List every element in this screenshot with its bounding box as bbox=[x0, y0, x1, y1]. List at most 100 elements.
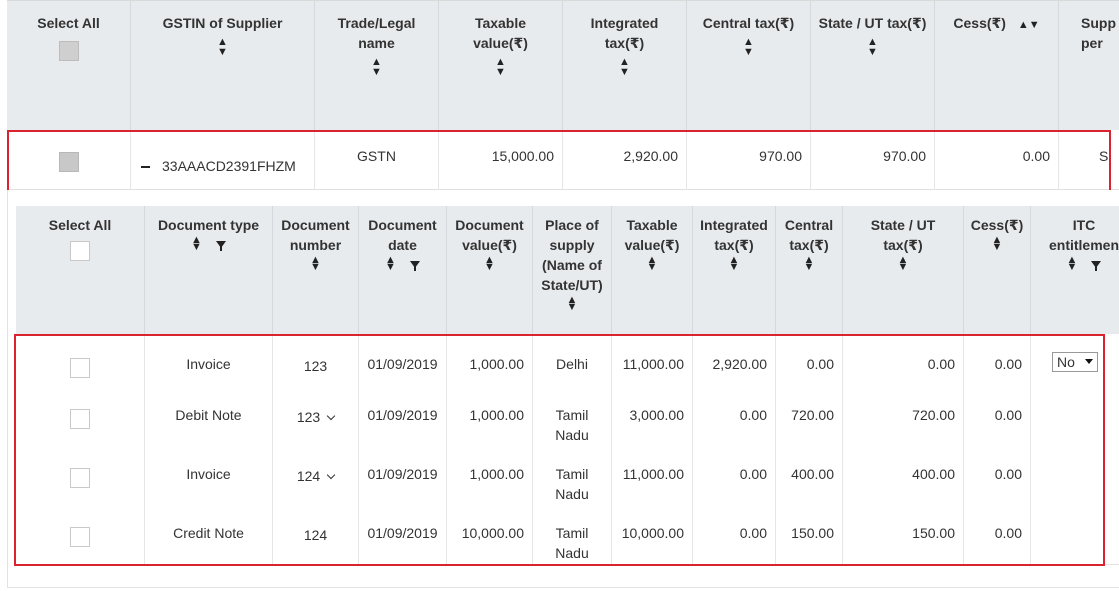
header-label: State / UT tax(₹) bbox=[818, 15, 927, 31]
supplier-period-value: S bbox=[1099, 148, 1109, 164]
header-taxable-value[interactable]: Taxable value(₹) ▲ ▼ bbox=[439, 1, 563, 131]
header-taxable-value[interactable]: Taxable value(₹) ▲ ▼ bbox=[612, 206, 693, 334]
header-label: Taxable value(₹) bbox=[624, 217, 680, 253]
table-row[interactable]: Invoice 123 01/09/2019 1,000.00 Delhi 11,000.… bbox=[16, 336, 1119, 388]
sort-icon[interactable]: ▲▼ bbox=[863, 255, 943, 273]
select-all-checkbox[interactable] bbox=[58, 41, 79, 61]
taxable-value: 15,000.00 bbox=[491, 148, 554, 164]
document-type-value: Invoice bbox=[186, 466, 231, 482]
row-select-cell bbox=[16, 336, 145, 387]
header-integrated-tax[interactable]: Integrated tax(₹) ▲ ▼ bbox=[563, 1, 687, 131]
sort-icon[interactable]: ▲▼ bbox=[539, 295, 605, 313]
header-itc-entitlement[interactable]: ITC entitlemen ▲ ▼ bbox=[1031, 206, 1119, 334]
supplier-period-cell: S bbox=[1059, 130, 1119, 190]
place-of-supply-value: Delhi bbox=[556, 356, 588, 372]
taxable-value-cell: 3,000.00 bbox=[612, 387, 693, 446]
document-date-cell: 01/09/2019 bbox=[359, 387, 447, 446]
document-type-cell: Debit Note bbox=[145, 387, 273, 446]
taxable-value-value: 11,000.00 bbox=[622, 466, 684, 482]
header-label: Integrated tax(₹) bbox=[590, 15, 659, 51]
document-number-value: 124 bbox=[296, 468, 321, 484]
document-value-cell: 1,000.00 bbox=[447, 446, 533, 505]
header-document-value[interactable]: Document value(₹) ▲ ▼ bbox=[447, 206, 533, 334]
filter-icon[interactable] bbox=[215, 240, 226, 251]
sort-icon[interactable]: ▲▼ bbox=[191, 235, 202, 253]
row-checkbox[interactable] bbox=[70, 468, 90, 488]
filter-icon[interactable] bbox=[409, 260, 420, 271]
header-label: Document number bbox=[281, 217, 350, 253]
central-tax-cell: 970.00 bbox=[687, 130, 811, 190]
filter-icon[interactable] bbox=[1091, 260, 1102, 271]
header-state-ut-tax[interactable]: State / UT tax(₹) ▲ ▼ bbox=[811, 1, 935, 131]
header-trade-name[interactable]: Trade/Legal name ▲ ▼ bbox=[315, 1, 439, 131]
row-checkbox[interactable] bbox=[58, 152, 79, 172]
state-ut-tax-value: 970.00 bbox=[883, 148, 926, 164]
taxable-value-value: 3,000.00 bbox=[629, 407, 685, 423]
header-state-ut-tax[interactable]: State / UT tax(₹) ▲ ▼ bbox=[843, 206, 964, 334]
sort-icon[interactable]: ▲▼ bbox=[622, 255, 682, 273]
central-tax-value: 970.00 bbox=[759, 148, 802, 164]
cess-value: 0.00 bbox=[994, 407, 1022, 423]
header-cess[interactable]: Cess(₹) ▲▼ bbox=[964, 206, 1031, 334]
sort-icon[interactable]: ▲▼ bbox=[1067, 255, 1078, 273]
header-document-date[interactable]: Document date ▲ ▼ bbox=[359, 206, 447, 334]
sort-icon[interactable]: ▲▼ bbox=[697, 255, 771, 273]
select-all-checkbox[interactable] bbox=[70, 241, 90, 261]
document-value-cell: 10,000.00 bbox=[447, 505, 533, 564]
document-number-value: 123 bbox=[303, 358, 328, 374]
chevron-down-icon[interactable] bbox=[326, 411, 336, 421]
taxable-value-cell: 10,000.00 bbox=[612, 505, 693, 564]
chevron-down-icon[interactable] bbox=[326, 470, 336, 480]
header-label: GSTIN of Supplier bbox=[162, 15, 283, 31]
document-number-cell: 123 bbox=[273, 387, 359, 446]
collapse-icon[interactable] bbox=[141, 166, 150, 169]
header-central-tax[interactable]: Central tax(₹) ▲ ▼ bbox=[687, 1, 811, 131]
sort-icon[interactable]: ▲▼ bbox=[329, 57, 424, 78]
sort-icon[interactable]: ▲▼ bbox=[811, 37, 934, 58]
header-integrated-tax[interactable]: Integrated tax(₹) ▲ ▼ bbox=[693, 206, 776, 334]
table-row[interactable]: Debit Note 123 01/09/2019 1,000.00 Tamil Nad… bbox=[16, 387, 1119, 447]
itc-entitlement-select[interactable]: No bbox=[1052, 352, 1098, 372]
table-row[interactable]: Invoice 124 01/09/2019 1,000.00 Tamil Nadu 11… bbox=[16, 446, 1119, 506]
integrated-tax-cell: 0.00 bbox=[693, 446, 776, 505]
central-tax-cell: 400.00 bbox=[776, 446, 843, 505]
header-supplier-period[interactable]: Supp per bbox=[1059, 1, 1119, 131]
row-checkbox[interactable] bbox=[70, 409, 90, 429]
sort-icon[interactable]: ▲▼ bbox=[687, 37, 810, 58]
cess-value: 0.00 bbox=[994, 356, 1022, 372]
sort-icon[interactable]: ▲▼ bbox=[583, 57, 666, 78]
document-type-cell: Invoice bbox=[145, 336, 273, 387]
supplier-row[interactable]: 33AAACD2391FHZM GSTN 15,000.00 2,920.00 … bbox=[7, 130, 1119, 190]
supplier-table-header: Select All GSTIN of Supplier ▲ ▼ Trade/Le… bbox=[7, 0, 1119, 131]
central-tax-cell: 150.00 bbox=[776, 505, 843, 564]
place-of-supply-value: Tamil Nadu bbox=[555, 466, 589, 502]
sort-icon[interactable]: ▲▼ bbox=[782, 255, 836, 273]
integrated-tax-cell: 2,920.00 bbox=[563, 130, 687, 190]
row-select-cell bbox=[16, 387, 145, 446]
header-gstin[interactable]: GSTIN of Supplier ▲ ▼ bbox=[131, 1, 315, 131]
sort-icon[interactable]: ▲▼ bbox=[131, 37, 314, 58]
sort-icon[interactable]: ▲▼ bbox=[964, 235, 1030, 253]
place-of-supply-value: Tamil Nadu bbox=[555, 525, 589, 561]
header-place-of-supply[interactable]: Place of supply (Name of State/UT) ▲ ▼ bbox=[533, 206, 612, 334]
cess-cell: 0.00 bbox=[964, 336, 1031, 387]
row-checkbox[interactable] bbox=[70, 358, 90, 378]
header-cess[interactable]: Cess(₹) ▲▼ bbox=[935, 1, 1059, 131]
sort-icon[interactable]: ▲▼ bbox=[459, 57, 542, 78]
document-value-value: 1,000.00 bbox=[469, 407, 525, 423]
table-row[interactable]: Credit Note 124 01/09/2019 10,000.00 Tamil N… bbox=[16, 505, 1119, 565]
central-tax-value: 150.00 bbox=[791, 525, 834, 541]
row-checkbox[interactable] bbox=[70, 527, 90, 547]
header-document-type[interactable]: Document type ▲ ▼ bbox=[145, 206, 273, 334]
document-type-cell: Credit Note bbox=[145, 505, 273, 564]
header-central-tax[interactable]: Central tax(₹) ▲ ▼ bbox=[776, 206, 843, 334]
integrated-tax-cell: 0.00 bbox=[693, 387, 776, 446]
sort-icon[interactable]: ▲▼ bbox=[1018, 19, 1040, 31]
document-number-value: 123 bbox=[296, 409, 321, 425]
sort-icon[interactable]: ▲▼ bbox=[273, 255, 358, 273]
sort-icon[interactable]: ▲▼ bbox=[385, 255, 396, 273]
sort-icon[interactable]: ▲▼ bbox=[447, 255, 532, 273]
state-ut-tax-cell: 720.00 bbox=[843, 387, 964, 446]
header-select-all: Select All bbox=[7, 1, 131, 131]
header-document-number[interactable]: Document number ▲ ▼ bbox=[273, 206, 359, 334]
